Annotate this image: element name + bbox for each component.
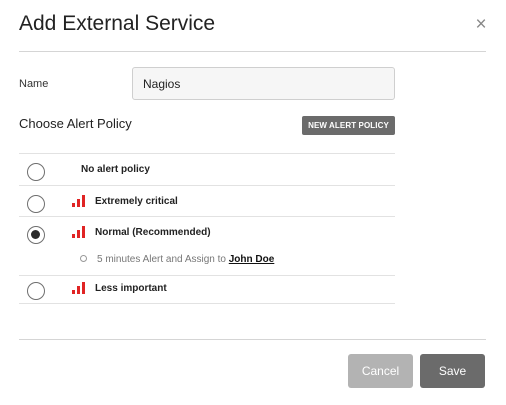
policy-detail: 5 minutes Alert and Assign to John Doe	[80, 254, 274, 265]
signal-bars-icon	[72, 282, 85, 294]
policy-option-label: Normal (Recommended)	[95, 227, 211, 238]
new-alert-policy-button[interactable]: NEW ALERT POLICY	[302, 116, 395, 135]
add-external-service-dialog: Add External Service × Name Choose Alert…	[0, 0, 506, 405]
policy-option-label: No alert policy	[81, 164, 150, 175]
header-divider	[19, 51, 486, 52]
alert-policy-heading: Choose Alert Policy	[19, 116, 132, 131]
signal-bars-icon	[72, 195, 85, 207]
cancel-button[interactable]: Cancel	[348, 354, 413, 388]
policy-option-none[interactable]: No alert policy	[19, 153, 395, 185]
assignee-link[interactable]: John Doe	[229, 254, 275, 265]
name-input[interactable]	[132, 67, 395, 100]
policy-option-normal[interactable]: Normal (Recommended) 5 minutes Alert and…	[19, 216, 395, 275]
policy-detail-text: 5 minutes Alert and Assign to	[97, 254, 229, 265]
radio-button[interactable]	[27, 163, 45, 181]
radio-button[interactable]	[27, 282, 45, 300]
save-button[interactable]: Save	[420, 354, 485, 388]
policy-option-label: Less important	[95, 283, 167, 294]
footer-divider	[19, 339, 486, 340]
dialog-title: Add External Service	[19, 12, 216, 35]
policy-option-extremely-critical[interactable]: Extremely critical	[19, 185, 395, 216]
radio-button[interactable]	[27, 195, 45, 213]
policy-option-label: Extremely critical	[95, 196, 178, 207]
name-label: Name	[19, 78, 49, 90]
alert-policy-list: No alert policy Extremely critical Norma…	[19, 153, 395, 304]
policy-option-less-important[interactable]: Less important	[19, 275, 395, 304]
radio-button-selected[interactable]	[27, 226, 45, 244]
close-icon[interactable]: ×	[472, 14, 490, 36]
bullet-circle-icon	[80, 255, 87, 262]
signal-bars-icon	[72, 226, 85, 238]
